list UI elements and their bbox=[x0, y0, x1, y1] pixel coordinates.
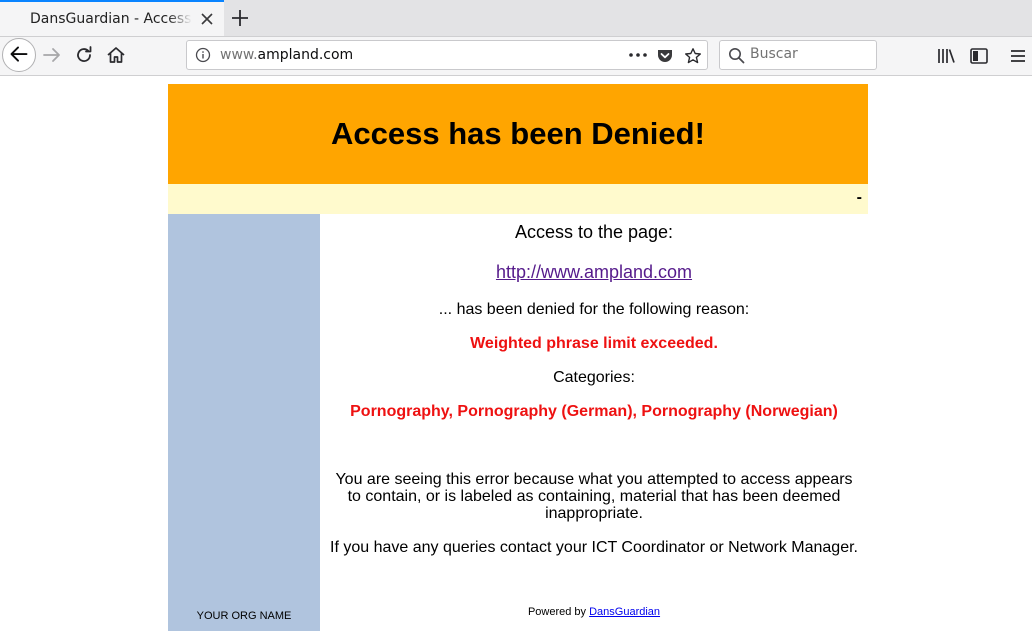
org-name: YOUR ORG NAME bbox=[196, 610, 292, 622]
url-text[interactable]: www.ampland.com bbox=[220, 47, 353, 63]
categories-label: Categories: bbox=[553, 369, 635, 386]
categories-list: Pornography, Pornography (German), Porno… bbox=[350, 403, 838, 420]
home-icon[interactable] bbox=[105, 44, 127, 66]
sidebar-toggle-icon[interactable] bbox=[968, 45, 990, 67]
denied-banner: Access has been Denied! bbox=[168, 84, 868, 184]
explanation-text: You are seeing this error because what y… bbox=[335, 471, 853, 522]
forward-icon[interactable] bbox=[41, 44, 63, 66]
nav-bar: www.ampland.com bbox=[0, 37, 1032, 76]
more-actions-icon[interactable] bbox=[628, 47, 648, 63]
url-prefix: www. bbox=[220, 47, 258, 63]
reload-icon[interactable] bbox=[73, 44, 95, 66]
tab-active[interactable]: DansGuardian - Access Denied bbox=[0, 0, 224, 36]
bookmark-star-icon[interactable] bbox=[684, 47, 702, 65]
denial-reason: Weighted phrase limit exceeded. bbox=[470, 335, 718, 352]
info-strip: - bbox=[168, 184, 868, 214]
tab-bar: DansGuardian - Access Denied bbox=[0, 0, 1032, 37]
denial-message: Access to the page: http://www.ampland.c… bbox=[320, 214, 868, 631]
tab-title: DansGuardian - Access Denied bbox=[30, 11, 192, 27]
search-icon bbox=[729, 48, 745, 64]
denied-text: ... has been denied for the following re… bbox=[438, 301, 750, 318]
url-bar[interactable]: www.ampland.com bbox=[186, 40, 708, 70]
url-domain: ampland.com bbox=[257, 47, 354, 63]
page-content: Access has been Denied! - YOUR ORG NAME … bbox=[0, 76, 1032, 631]
new-tab-icon[interactable] bbox=[229, 7, 251, 29]
page-title: Access has been Denied! bbox=[331, 116, 705, 151]
powered-by: Powered by DansGuardian bbox=[320, 606, 868, 618]
strip-text: - bbox=[856, 189, 862, 206]
access-text: Access to the page: bbox=[514, 222, 674, 242]
info-icon[interactable] bbox=[195, 47, 211, 63]
back-arrow-icon bbox=[10, 46, 28, 62]
powered-by-link[interactable]: DansGuardian bbox=[589, 606, 660, 618]
search-input[interactable] bbox=[750, 46, 870, 62]
blocked-url-line: http://www.ampland.com bbox=[320, 262, 868, 283]
library-icon[interactable] bbox=[936, 45, 958, 67]
menu-icon[interactable] bbox=[1007, 45, 1029, 67]
org-sidebar: YOUR ORG NAME bbox=[168, 214, 320, 631]
pocket-icon[interactable] bbox=[656, 47, 674, 65]
contact-text: If you have any queries contact your ICT… bbox=[330, 539, 858, 556]
search-bar[interactable] bbox=[719, 40, 877, 70]
powered-by-prefix: Powered by bbox=[527, 606, 587, 618]
close-icon[interactable] bbox=[198, 10, 216, 28]
back-button[interactable] bbox=[2, 38, 36, 72]
blocked-url-link[interactable]: http://www.ampland.com bbox=[496, 262, 692, 282]
